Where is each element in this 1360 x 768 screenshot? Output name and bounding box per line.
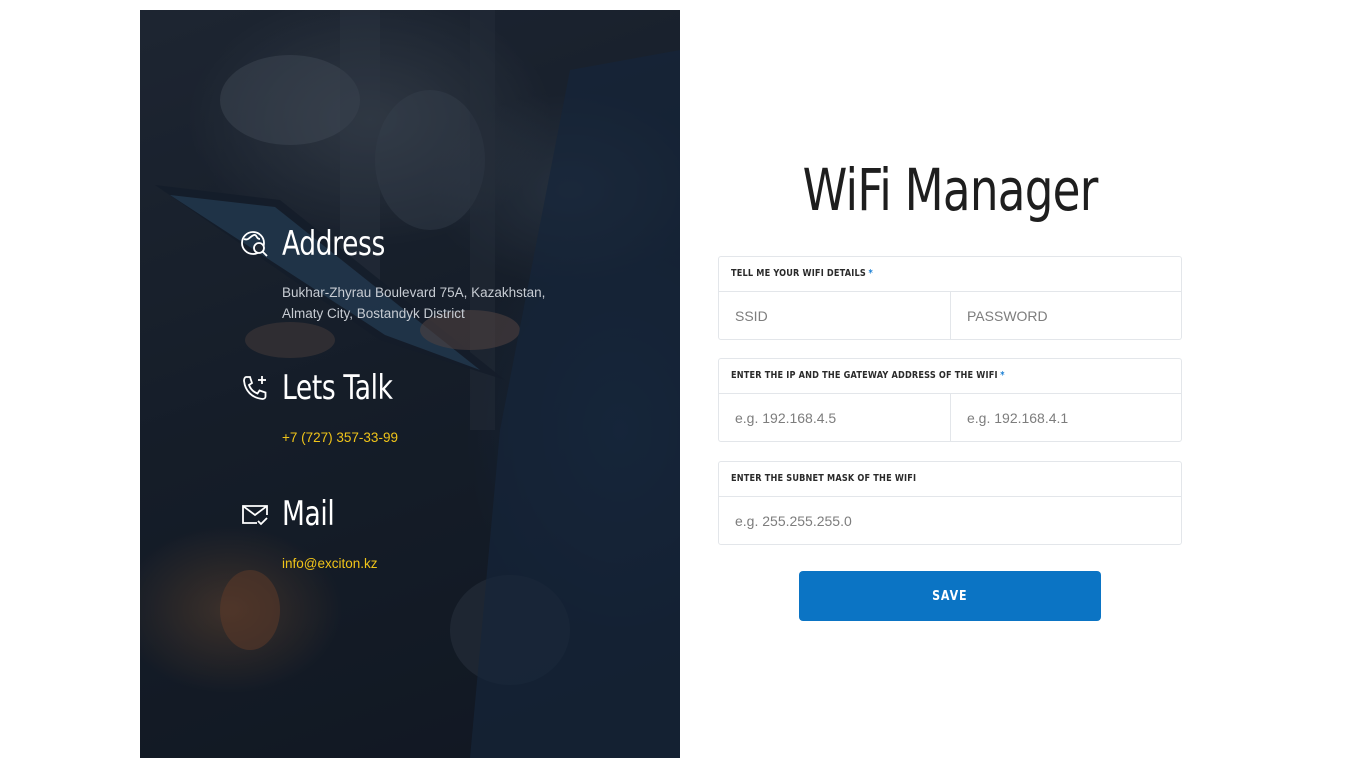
ssid-input[interactable]: [719, 292, 950, 339]
ip-address-input[interactable]: [719, 394, 950, 441]
subnet-mask-group: ENTER THE SUBNET MASK OF THE WIFI: [718, 461, 1182, 545]
required-marker: *: [1000, 370, 1005, 381]
wifi-details-inputs: [719, 292, 1181, 339]
subnet-mask-inputs: [719, 497, 1181, 544]
phone-plus-icon: [240, 373, 270, 403]
lets-talk-title: Lets Talk: [282, 368, 393, 408]
lets-talk-heading: Lets Talk: [240, 368, 424, 408]
required-marker: *: [868, 268, 873, 279]
subnet-mask-label-text: ENTER THE SUBNET MASK OF THE WIFI: [731, 473, 917, 484]
save-button-label: SAVE: [932, 588, 968, 604]
wifi-details-label: TELL ME YOUR WIFI DETAILS *: [719, 257, 1181, 292]
ip-gateway-label: ENTER THE IP AND THE GATEWAY ADDRESS OF …: [719, 359, 1181, 394]
phone-link[interactable]: +7 (727) 357-33-99: [282, 430, 424, 445]
ip-gateway-group: ENTER THE IP AND THE GATEWAY ADDRESS OF …: [718, 358, 1182, 442]
email-link[interactable]: info@exciton.kz: [282, 556, 378, 571]
subnet-mask-label: ENTER THE SUBNET MASK OF THE WIFI: [719, 462, 1181, 497]
ip-gateway-label-string: ENTER THE IP AND THE GATEWAY ADDRESS OF …: [731, 370, 998, 381]
wifi-manager-page: Address Bukhar-Zhyrau Boulevard 75A, Kaz…: [0, 0, 1360, 768]
mail-title: Mail: [282, 494, 335, 534]
globe-search-icon: [240, 229, 270, 259]
page-title: WiFi Manager: [718, 150, 1182, 230]
password-input[interactable]: [950, 292, 1181, 339]
wifi-form: WiFi Manager TELL ME YOUR WIFI DETAILS * …: [718, 150, 1182, 621]
address-text: Bukhar-Zhyrau Boulevard 75A, Kazakhstan,…: [282, 285, 546, 321]
mail-block: Mail info@exciton.kz: [240, 494, 378, 571]
page-title-text: WiFi Manager: [802, 156, 1099, 224]
ip-gateway-label-text: ENTER THE IP AND THE GATEWAY ADDRESS OF …: [731, 359, 1005, 393]
mail-check-icon: [240, 499, 270, 529]
wifi-details-group: TELL ME YOUR WIFI DETAILS *: [718, 256, 1182, 340]
wifi-details-label-text: TELL ME YOUR WIFI DETAILS *: [731, 257, 873, 291]
contact-info-panel: Address Bukhar-Zhyrau Boulevard 75A, Kaz…: [140, 10, 680, 758]
subnet-mask-input[interactable]: [719, 497, 1181, 544]
ip-gateway-inputs: [719, 394, 1181, 441]
save-button[interactable]: SAVE: [799, 571, 1101, 621]
lets-talk-block: Lets Talk +7 (727) 357-33-99: [240, 368, 424, 445]
address-heading: Address: [240, 224, 572, 264]
gateway-address-input[interactable]: [950, 394, 1181, 441]
mail-heading: Mail: [240, 494, 378, 534]
address-title: Address: [282, 224, 385, 264]
address-block: Address Bukhar-Zhyrau Boulevard 75A, Kaz…: [240, 224, 572, 324]
wifi-details-label-string: TELL ME YOUR WIFI DETAILS: [731, 268, 866, 279]
